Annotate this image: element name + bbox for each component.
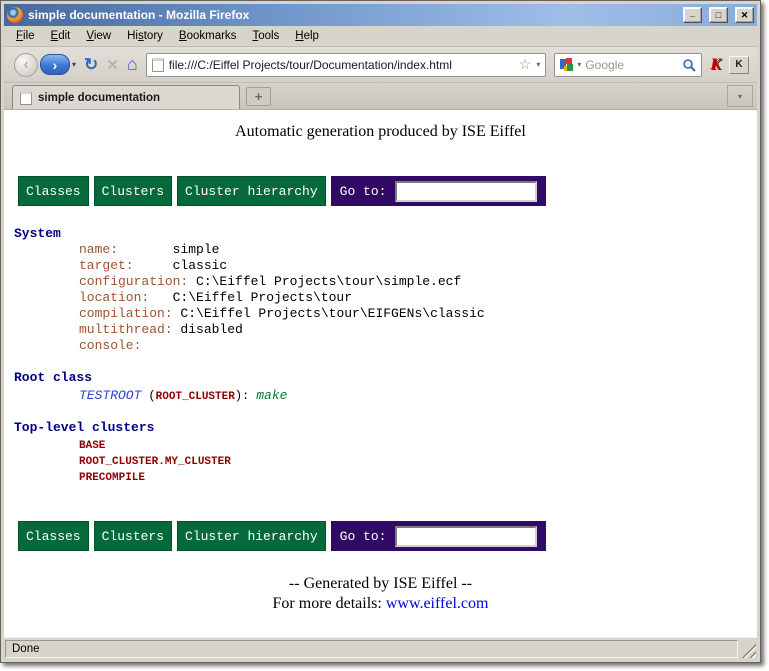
- creation-procedure-link[interactable]: make: [256, 388, 287, 403]
- window-title: simple documentation - Mozilla Firefox: [28, 8, 676, 22]
- tab-label: simple documentation: [38, 92, 160, 104]
- status-text: Done: [5, 640, 738, 658]
- browser-window: simple documentation - Mozilla Firefox _…: [0, 0, 761, 663]
- search-input[interactable]: [585, 58, 678, 72]
- back-button[interactable]: ‹: [14, 53, 38, 77]
- root-class-link[interactable]: TESTROOT: [79, 388, 141, 403]
- eiffel-link[interactable]: www.eiffel.com: [386, 595, 489, 612]
- system-row-target: target:classic: [79, 258, 757, 274]
- forward-button[interactable]: ›: [40, 54, 70, 75]
- forward-button-group: › ▾: [40, 54, 76, 75]
- menu-bookmarks[interactable]: Bookmarks: [171, 27, 245, 45]
- goto-label: Go to:: [340, 184, 387, 199]
- system-row-multithread: multithread:disabled: [79, 322, 757, 338]
- forward-history-dropdown[interactable]: ▾: [72, 60, 76, 69]
- goto-box-bottom: Go to:: [331, 521, 547, 551]
- system-row-location: location:C:\Eiffel Projects\tour: [79, 290, 757, 306]
- status-bar: Done: [4, 637, 757, 659]
- back-icon: ‹: [24, 56, 29, 73]
- menu-help[interactable]: Help: [287, 27, 327, 45]
- goto-input-top[interactable]: [395, 181, 537, 202]
- cluster-item-root-cluster-my-cluster[interactable]: ROOT_CLUSTER.MY_CLUSTER: [79, 454, 757, 470]
- footer-line2: For more details: www.eiffel.com: [4, 594, 757, 614]
- k-extension-button[interactable]: K: [729, 56, 749, 74]
- page-favicon: [152, 58, 164, 72]
- home-icon: ⌂: [127, 54, 138, 75]
- doc-nav-bottom: Classes Clusters Cluster hierarchy Go to…: [18, 521, 757, 551]
- doc-footer: -- Generated by ISE Eiffel -- For more d…: [4, 574, 757, 614]
- cluster-hierarchy-button[interactable]: Cluster hierarchy: [177, 176, 326, 206]
- tab-simple-documentation[interactable]: simple documentation: [12, 85, 240, 109]
- system-row-name: name:simple: [79, 242, 757, 258]
- search-icon[interactable]: [682, 58, 696, 72]
- top-level-clusters-heading: Top-level clusters: [14, 420, 757, 436]
- page-content: Automatic generation produced by ISE Eif…: [4, 110, 757, 637]
- system-row-compilation: compilation:C:\Eiffel Projects\tour\EIFG…: [79, 306, 757, 322]
- root-class-heading: Root class: [14, 370, 757, 386]
- title-bar: simple documentation - Mozilla Firefox _…: [4, 4, 757, 26]
- reload-button[interactable]: ↻: [84, 55, 98, 75]
- classes-button-bottom[interactable]: Classes: [18, 521, 89, 551]
- system-row-console: console:: [79, 338, 757, 354]
- firefox-icon: [7, 7, 23, 23]
- list-all-tabs-button[interactable]: ▾: [727, 85, 753, 107]
- minimize-button[interactable]: _: [683, 7, 702, 23]
- menu-view[interactable]: View: [78, 27, 119, 45]
- close-icon: ✕: [741, 10, 749, 21]
- bookmark-star-icon[interactable]: ☆: [519, 56, 532, 73]
- cluster-item-precompile[interactable]: PRECOMPILE: [79, 470, 757, 486]
- reload-icon: ↻: [84, 55, 98, 75]
- menu-bar: File Edit View History Bookmarks Tools H…: [4, 26, 757, 47]
- menu-tools[interactable]: Tools: [244, 27, 287, 45]
- doc-nav-top: Classes Clusters Cluster hierarchy Go to…: [18, 176, 757, 206]
- clusters-button-bottom[interactable]: Clusters: [94, 521, 172, 551]
- google-icon[interactable]: [560, 58, 573, 71]
- search-box: ▾: [554, 53, 702, 77]
- plus-icon: +: [255, 89, 263, 104]
- root-cluster-name: ROOT_CLUSTER: [156, 391, 235, 403]
- new-tab-button[interactable]: +: [246, 87, 271, 106]
- goto-box-top: Go to:: [331, 176, 547, 206]
- doc-header: Automatic generation produced by ISE Eif…: [4, 123, 757, 141]
- chevron-down-icon: ▾: [738, 92, 742, 101]
- cluster-item-base[interactable]: BASE: [79, 438, 757, 454]
- tab-bar: simple documentation + ▾: [4, 83, 757, 110]
- goto-label-bottom: Go to:: [340, 529, 387, 544]
- tab-page-icon: [20, 91, 32, 105]
- home-button[interactable]: ⌂: [127, 54, 138, 75]
- maximize-button[interactable]: □: [709, 7, 728, 23]
- menu-file[interactable]: File: [8, 27, 43, 45]
- url-input[interactable]: [169, 58, 514, 72]
- menu-edit[interactable]: Edit: [43, 27, 79, 45]
- system-heading: System: [14, 226, 757, 242]
- url-dropdown-icon[interactable]: ▾: [536, 60, 540, 69]
- kaspersky-icon[interactable]: K: [710, 56, 721, 74]
- clusters-button[interactable]: Clusters: [94, 176, 172, 206]
- classes-button[interactable]: Classes: [18, 176, 89, 206]
- goto-input-bottom[interactable]: [395, 526, 537, 547]
- resize-grip[interactable]: [741, 643, 756, 658]
- cluster-hierarchy-button-bottom[interactable]: Cluster hierarchy: [177, 521, 326, 551]
- close-button[interactable]: ✕: [735, 7, 754, 23]
- minimize-icon: _: [690, 8, 695, 18]
- forward-icon: ›: [53, 57, 58, 73]
- footer-line1: -- Generated by ISE Eiffel --: [4, 574, 757, 594]
- stop-button[interactable]: ✕: [106, 56, 119, 74]
- menu-history[interactable]: History: [119, 27, 171, 45]
- root-class-row: TESTROOT(ROOT_CLUSTER):make: [79, 388, 757, 405]
- search-engine-dropdown-icon[interactable]: ▾: [577, 60, 581, 69]
- stop-icon: ✕: [106, 56, 119, 74]
- maximize-icon: □: [716, 10, 721, 20]
- navigation-toolbar: ‹ › ▾ ↻ ✕ ⌂ ☆ ▾ ▾ K K: [4, 47, 757, 83]
- system-row-configuration: configuration:C:\Eiffel Projects\tour\si…: [79, 274, 757, 290]
- url-bar: ☆ ▾: [146, 53, 547, 77]
- clusters-list: BASE ROOT_CLUSTER.MY_CLUSTER PRECOMPILE: [4, 438, 757, 486]
